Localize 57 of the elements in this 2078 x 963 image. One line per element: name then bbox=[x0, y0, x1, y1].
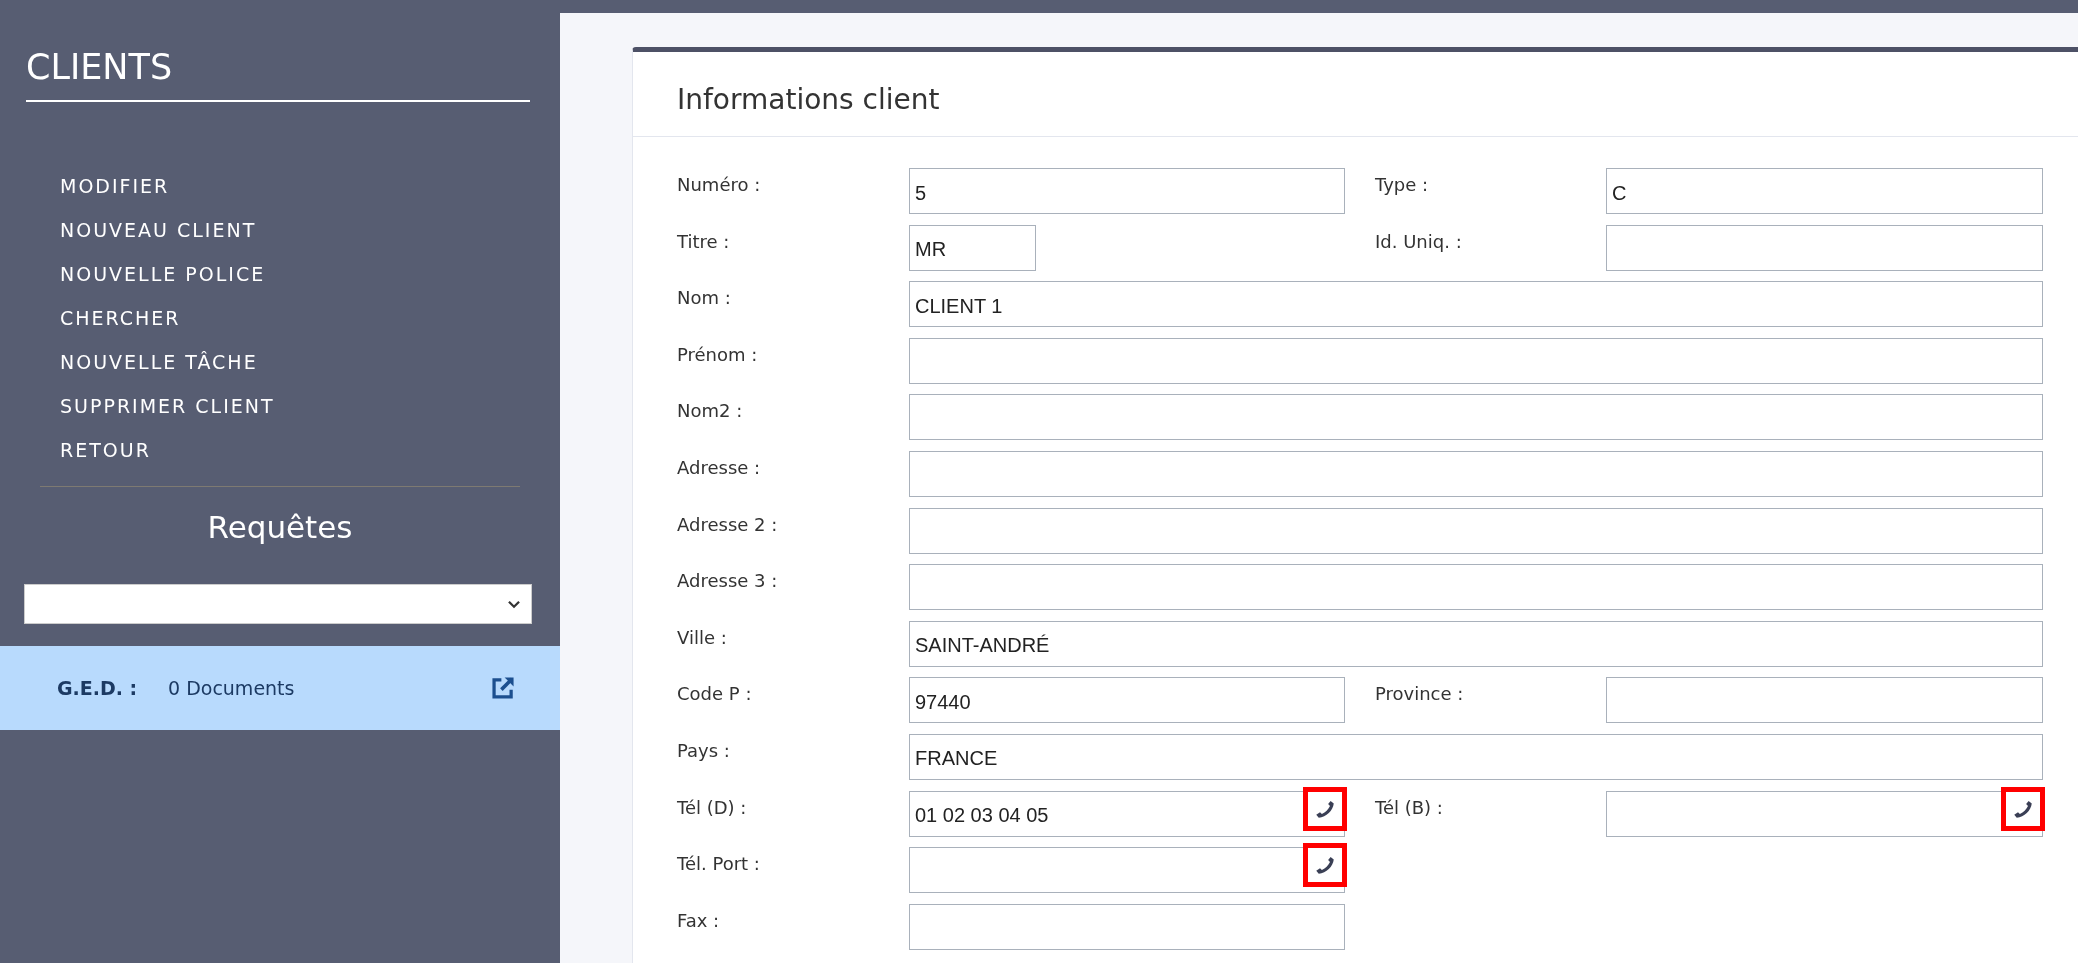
field-label: Province : bbox=[1375, 682, 1465, 705]
call-button[interactable] bbox=[1303, 786, 1347, 831]
field-label: Id. Uniq. : bbox=[1375, 229, 1463, 252]
phone-icon bbox=[1315, 798, 1335, 819]
menu-item[interactable]: NOUVEAU CLIENT bbox=[60, 217, 560, 244]
field-label: Code P : bbox=[677, 682, 753, 705]
input-field[interactable] bbox=[909, 847, 1345, 894]
input-field[interactable]: CLIENT 1 bbox=[909, 281, 2043, 328]
section-heading: Requêtes bbox=[206, 509, 354, 545]
field-label: Tél (D) : bbox=[677, 795, 748, 818]
caret-icon bbox=[507, 599, 521, 609]
input-field[interactable] bbox=[909, 507, 2043, 554]
call-button[interactable] bbox=[2001, 786, 2045, 831]
field-label: Titre : bbox=[677, 229, 731, 252]
sidebar-title: CLIENTS bbox=[26, 47, 530, 102]
external-link-icon[interactable] bbox=[490, 675, 516, 701]
field-label: Adresse 2 : bbox=[677, 512, 779, 535]
input-field[interactable] bbox=[909, 450, 2043, 497]
input-field[interactable]: MR bbox=[909, 224, 1036, 271]
input-field[interactable] bbox=[909, 394, 2043, 441]
documents-label: G.E.D. : bbox=[57, 677, 139, 699]
input-field[interactable]: C bbox=[1606, 168, 2043, 214]
input-field[interactable] bbox=[909, 564, 2043, 611]
menu-item[interactable]: RETOUR bbox=[60, 437, 560, 464]
field-label: Adresse : bbox=[677, 455, 762, 478]
input-field[interactable] bbox=[909, 337, 2043, 384]
field-label: Adresse 3 : bbox=[677, 569, 779, 592]
field-label: Ville : bbox=[677, 625, 728, 648]
menu-item[interactable]: MODIFIER bbox=[60, 173, 560, 200]
input-field[interactable]: SAINT-ANDRÉ bbox=[909, 620, 2043, 667]
input-field[interactable]: 97440 bbox=[909, 677, 1345, 724]
card-title: Informations client bbox=[677, 83, 941, 116]
field-label: Prénom : bbox=[677, 342, 759, 365]
query-dropdown[interactable] bbox=[24, 584, 532, 624]
field-label: Tél. Port : bbox=[677, 852, 761, 875]
phone-icon bbox=[1315, 855, 1335, 876]
documents-count: 0 Documents bbox=[168, 677, 296, 699]
input-field[interactable] bbox=[1606, 224, 2043, 271]
input-field[interactable] bbox=[909, 903, 1345, 950]
input-field[interactable] bbox=[1606, 790, 2043, 837]
field-label: Numéro : bbox=[677, 173, 762, 195]
field-label: Type : bbox=[1375, 173, 1430, 195]
menu-item[interactable]: NOUVELLE TÂCHE bbox=[60, 349, 560, 376]
input-field[interactable] bbox=[1606, 677, 2043, 724]
field-label: Tél (B) : bbox=[1375, 795, 1444, 818]
field-label: Nom : bbox=[677, 286, 732, 309]
call-button[interactable] bbox=[1303, 843, 1347, 888]
field-label: Fax : bbox=[677, 908, 721, 931]
menu-item[interactable]: NOUVELLE POLICE bbox=[60, 261, 560, 288]
field-label: Nom2 : bbox=[677, 399, 744, 422]
menu-item[interactable]: CHERCHER bbox=[60, 305, 560, 332]
input-field[interactable]: 5 bbox=[909, 168, 1345, 214]
menu-item[interactable]: SUPPRIMER CLIENT bbox=[60, 393, 560, 420]
input-field[interactable]: 01 02 03 04 05 bbox=[909, 790, 1345, 837]
phone-icon bbox=[2013, 798, 2033, 819]
input-field[interactable]: FRANCE bbox=[909, 733, 2043, 780]
field-label: Pays : bbox=[677, 738, 731, 761]
